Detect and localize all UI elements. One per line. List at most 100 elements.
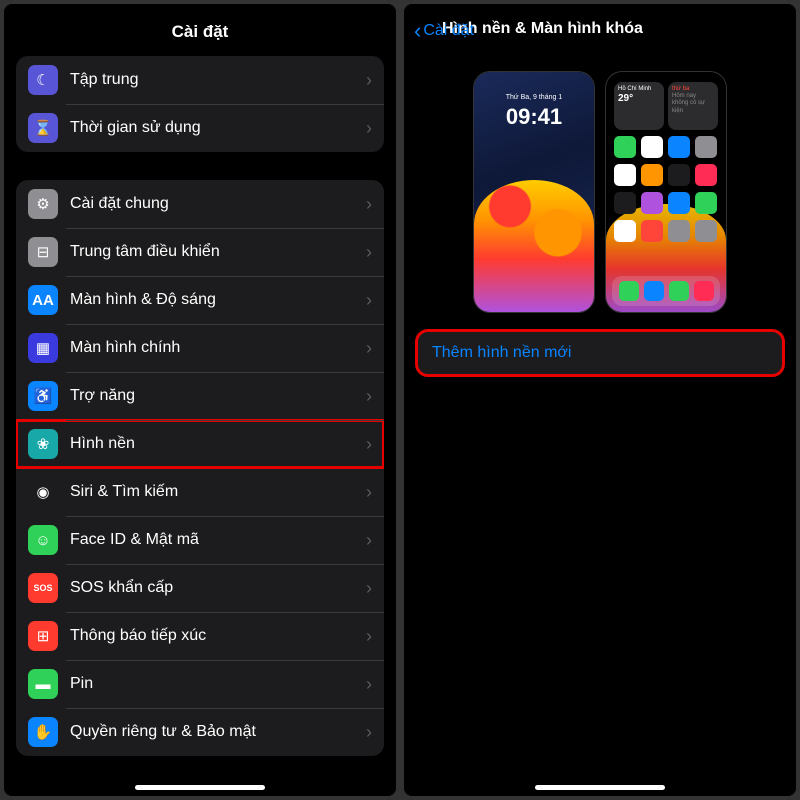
app-icon xyxy=(641,164,663,186)
dock xyxy=(612,276,720,306)
app-icon xyxy=(668,136,690,158)
app-icon xyxy=(695,136,717,158)
chevron-right-icon: › xyxy=(366,290,372,311)
row-label: Cài đặt chung xyxy=(70,195,366,213)
chevron-right-icon: › xyxy=(366,674,372,695)
app-icon xyxy=(614,164,636,186)
settings-row[interactable]: ⌛ Thời gian sử dụng› xyxy=(16,104,384,152)
row-label: SOS khẩn cấp xyxy=(70,579,366,597)
row-icon: ⌛ xyxy=(28,113,58,143)
wallpaper-previews: Thứ Ba, 9 tháng 1 09:41 Hồ Chí Minh 29° … xyxy=(404,52,796,330)
row-label: Hình nền xyxy=(70,435,366,453)
home-screen-preview[interactable]: Hồ Chí Minh 29° thứ ba Hôm nay không có … xyxy=(606,72,726,312)
chevron-right-icon: › xyxy=(366,118,372,139)
settings-row[interactable]: ☾ Tập trung› xyxy=(16,56,384,104)
spacer xyxy=(404,376,796,779)
weather-widget: Hồ Chí Minh 29° xyxy=(614,82,664,130)
row-label: Thông báo tiếp xúc xyxy=(70,627,366,645)
back-label: Cài đặt xyxy=(423,22,474,40)
row-icon: ⊞ xyxy=(28,621,58,651)
row-icon: ⊟ xyxy=(28,237,58,267)
row-icon: ▦ xyxy=(28,333,58,363)
lock-time: 09:41 xyxy=(474,104,594,130)
settings-list[interactable]: ☾Tập trung›⌛Thời gian sử dụng› ⚙Cài đặt … xyxy=(4,56,396,779)
settings-row[interactable]: ☺ Face ID & Mật mã› xyxy=(16,516,384,564)
row-icon: ▬ xyxy=(28,669,58,699)
chevron-right-icon: › xyxy=(366,194,372,215)
add-wallpaper-button[interactable]: Thêm hình nền mới xyxy=(416,330,784,376)
settings-row[interactable]: SOSSOS khẩn cấp› xyxy=(16,564,384,612)
chevron-left-icon: ‹ xyxy=(414,23,421,39)
app-icon xyxy=(614,192,636,214)
settings-row[interactable]: ♿ Trợ năng› xyxy=(16,372,384,420)
add-wallpaper-label: Thêm hình nền mới xyxy=(432,344,571,361)
app-icon xyxy=(614,136,636,158)
row-icon: ❀ xyxy=(28,429,58,459)
row-icon: ◉ xyxy=(28,477,58,507)
chevron-right-icon: › xyxy=(366,626,372,647)
row-icon: ⚙ xyxy=(28,189,58,219)
settings-row[interactable]: ◉ Siri & Tìm kiếm› xyxy=(16,468,384,516)
chevron-right-icon: › xyxy=(366,242,372,263)
settings-row[interactable]: ✋ Quyền riêng tư & Bảo mật› xyxy=(16,708,384,756)
row-icon: AA xyxy=(28,285,58,315)
home-indicator[interactable] xyxy=(535,785,665,790)
app-icon xyxy=(695,164,717,186)
settings-row[interactable]: ⚙ Cài đặt chung› xyxy=(16,180,384,228)
lock-date: Thứ Ba, 9 tháng 1 xyxy=(474,94,594,101)
app-icon xyxy=(668,220,690,242)
settings-row[interactable]: ⊟ Trung tâm điều khiển› xyxy=(16,228,384,276)
row-icon: ♿ xyxy=(28,381,58,411)
row-label: Thời gian sử dụng xyxy=(70,119,366,137)
settings-group-general: ⚙Cài đặt chung›⊟Trung tâm điều khiển›AAM… xyxy=(16,180,384,756)
row-label: Tập trung xyxy=(70,71,366,89)
row-label: Siri & Tìm kiếm xyxy=(70,483,366,501)
app-icon xyxy=(695,220,717,242)
wallpaper-screen: ‹ Cài đặt Hình nền & Màn hình khóa Thứ B… xyxy=(404,4,796,796)
chevron-right-icon: › xyxy=(366,434,372,455)
row-label: Face ID & Mật mã xyxy=(70,531,366,549)
row-label: Pin xyxy=(70,675,366,693)
settings-row[interactable]: ▦ Màn hình chính› xyxy=(16,324,384,372)
chevron-right-icon: › xyxy=(366,722,372,743)
chevron-right-icon: › xyxy=(366,482,372,503)
chevron-right-icon: › xyxy=(366,386,372,407)
music-icon xyxy=(694,281,714,301)
settings-row[interactable]: ❀ Hình nền› xyxy=(16,420,384,468)
chevron-right-icon: › xyxy=(366,530,372,551)
calendar-widget: thứ ba Hôm nay không có sự kiện xyxy=(668,82,718,130)
phone-icon xyxy=(619,281,639,301)
widget-row: Hồ Chí Minh 29° thứ ba Hôm nay không có … xyxy=(614,82,718,130)
settings-row[interactable]: AAMàn hình & Độ sáng› xyxy=(16,276,384,324)
settings-group-focus: ☾Tập trung›⌛Thời gian sử dụng› xyxy=(16,56,384,152)
header-title: Cài đặt xyxy=(172,22,229,41)
row-label: Quyền riêng tư & Bảo mật xyxy=(70,723,366,741)
row-label: Màn hình chính xyxy=(70,339,366,357)
row-icon: ✋ xyxy=(28,717,58,747)
row-icon: ☾ xyxy=(28,65,58,95)
row-label: Trợ năng xyxy=(70,387,366,405)
lock-screen-preview[interactable]: Thứ Ba, 9 tháng 1 09:41 xyxy=(474,72,594,312)
settings-row[interactable]: ▬ Pin› xyxy=(16,660,384,708)
settings-row[interactable]: ⊞ Thông báo tiếp xúc› xyxy=(16,612,384,660)
header: ‹ Cài đặt Hình nền & Màn hình khóa xyxy=(404,4,796,52)
app-icon xyxy=(668,164,690,186)
chevron-right-icon: › xyxy=(366,578,372,599)
app-icon xyxy=(641,136,663,158)
chevron-right-icon: › xyxy=(366,70,372,91)
app-icon xyxy=(614,220,636,242)
chevron-right-icon: › xyxy=(366,338,372,359)
safari-icon xyxy=(644,281,664,301)
home-indicator[interactable] xyxy=(135,785,265,790)
app-icon xyxy=(641,220,663,242)
app-grid xyxy=(614,136,718,242)
header: Cài đặt xyxy=(4,4,396,56)
settings-screen: Cài đặt ☾Tập trung›⌛Thời gian sử dụng› ⚙… xyxy=(4,4,396,796)
app-icon xyxy=(668,192,690,214)
app-icon xyxy=(641,192,663,214)
row-label: Trung tâm điều khiển xyxy=(70,243,366,261)
row-icon: ☺ xyxy=(28,525,58,555)
messages-icon xyxy=(669,281,689,301)
app-icon xyxy=(695,192,717,214)
back-button[interactable]: ‹ Cài đặt xyxy=(414,22,474,40)
